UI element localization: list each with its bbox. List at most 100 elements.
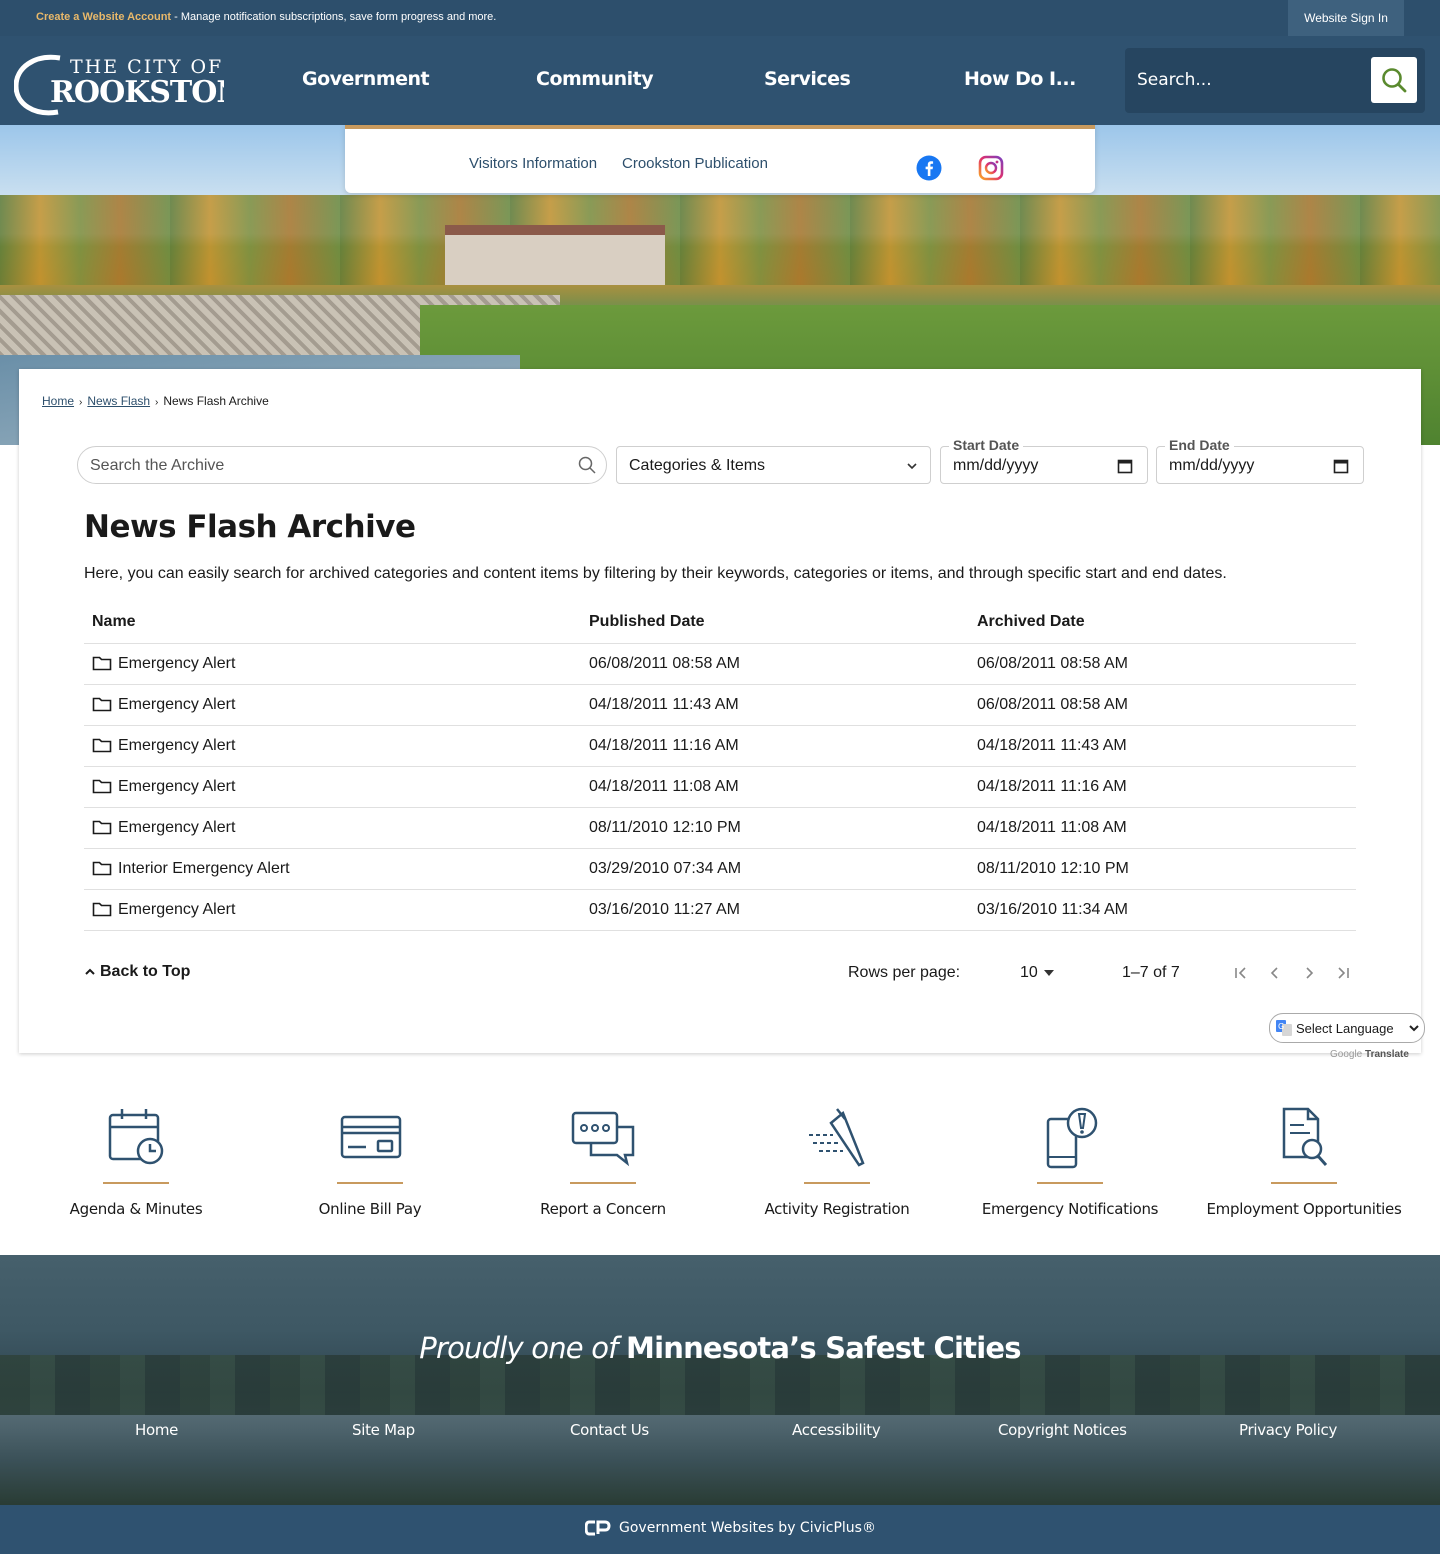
table-header-row: Name Published Date Archived Date <box>84 602 1356 644</box>
powered-by-google: Google Translate <box>1330 1049 1409 1060</box>
table-row[interactable]: Emergency Alert 04/18/2011 11:43 AM 06/08/… <box>84 684 1356 726</box>
secondary-nav: Visitors Information Crookston Publicati… <box>345 125 1095 193</box>
start-date-label: Start Date <box>949 437 1024 453</box>
quick-link-online-bill-pay[interactable]: Online Bill Pay <box>253 1105 487 1225</box>
table-row[interactable]: Emergency Alert 08/11/2010 12:10 PM 04/18/… <box>84 807 1356 849</box>
categories-select[interactable]: Categories & Items <box>616 446 931 484</box>
quick-link-report-concern[interactable]: Report a Concern <box>486 1105 720 1225</box>
create-account-link[interactable]: Create a Website Account <box>36 11 171 23</box>
pen-writing-icon <box>809 1108 865 1167</box>
calendar-icon[interactable] <box>1333 458 1349 479</box>
row-name-label[interactable]: Emergency Alert <box>118 737 235 754</box>
row-name[interactable]: Emergency Alert <box>84 684 581 726</box>
city-logo[interactable]: THE CITY OF ROOKSTON <box>13 46 244 118</box>
table-row[interactable]: Emergency Alert 03/16/2010 11:27 AM 03/16/… <box>84 889 1356 931</box>
back-to-top-link[interactable]: Back to Top <box>84 963 190 981</box>
row-name[interactable]: Emergency Alert <box>84 643 581 685</box>
nav-government[interactable]: Government <box>302 68 430 90</box>
quick-link-emergency-notifications[interactable]: Emergency Notifications <box>953 1105 1187 1225</box>
account-promo: Create a Website Account - Manage notifi… <box>36 11 496 23</box>
breadcrumb-home[interactable]: Home <box>42 394 74 408</box>
site-footer: Proudly one of Minnesota’s Safest Cities… <box>0 1255 1440 1505</box>
row-archived-date: 06/08/2011 08:58 AM <box>969 684 1356 726</box>
row-name-label[interactable]: Emergency Alert <box>118 778 235 795</box>
site-header: THE CITY OF ROOKSTON Government Communit… <box>0 36 1440 125</box>
civicplus-credit: Government Websites by CivicPlus® <box>619 1520 876 1536</box>
table-row[interactable]: Emergency Alert 06/08/2011 08:58 AM 06/08/… <box>84 643 1356 685</box>
row-name-label[interactable]: Emergency Alert <box>118 655 235 672</box>
breadcrumb-news-flash[interactable]: News Flash <box>87 394 150 408</box>
language-select[interactable]: G Select Language <box>1269 1013 1425 1043</box>
row-name[interactable]: Emergency Alert <box>84 766 581 808</box>
footer-link-accessibility[interactable]: Accessibility <box>792 1421 881 1439</box>
row-name[interactable]: Interior Emergency Alert <box>84 848 581 890</box>
website-sign-in-button[interactable]: Website Sign In <box>1288 0 1404 36</box>
start-date-field[interactable]: Start Date mm/dd/yyyy <box>940 437 1148 484</box>
column-archived-date[interactable]: Archived Date <box>969 602 1356 644</box>
chevron-down-icon <box>1409 1025 1419 1032</box>
row-name-label[interactable]: Interior Emergency Alert <box>118 860 290 877</box>
row-name[interactable]: Emergency Alert <box>84 807 581 849</box>
row-published-date: 03/29/2010 07:34 AM <box>581 848 969 890</box>
site-search-input[interactable] <box>1137 62 1367 98</box>
folder-icon <box>92 902 112 916</box>
chevron-up-icon <box>85 968 95 975</box>
row-name-label[interactable]: Emergency Alert <box>118 696 235 713</box>
instagram-icon[interactable] <box>978 155 1004 181</box>
breadcrumb: Home › News Flash › News Flash Archive <box>42 394 269 408</box>
table-row[interactable]: Emergency Alert 04/18/2011 11:08 AM 04/18/… <box>84 766 1356 808</box>
nav-community[interactable]: Community <box>536 68 654 90</box>
quick-link-label: Agenda & Minutes <box>69 1200 203 1218</box>
row-name[interactable]: Emergency Alert <box>84 725 581 767</box>
folder-icon <box>92 697 112 711</box>
previous-page-icon[interactable] <box>1265 963 1285 983</box>
categories-select-value: Categories & Items <box>629 457 766 474</box>
credit-card-icon <box>340 1115 402 1159</box>
svg-text:G: G <box>1278 1022 1284 1031</box>
folder-icon <box>92 656 112 670</box>
row-published-date: 04/18/2011 11:43 AM <box>581 684 969 726</box>
nav-how-do-i[interactable]: How Do I... <box>964 68 1076 90</box>
visitors-information-link[interactable]: Visitors Information <box>469 155 597 172</box>
facebook-icon[interactable] <box>916 155 942 181</box>
first-page-icon[interactable] <box>1231 963 1251 983</box>
row-archived-date: 04/18/2011 11:16 AM <box>969 766 1356 808</box>
column-published-date[interactable]: Published Date <box>581 602 969 644</box>
quick-link-employment-opportunities[interactable]: Employment Opportunities <box>1187 1105 1421 1225</box>
site-search-button[interactable] <box>1371 57 1417 103</box>
table-row[interactable]: Interior Emergency Alert 03/29/2010 07:34… <box>84 848 1356 890</box>
row-archived-date: 04/18/2011 11:43 AM <box>969 725 1356 767</box>
page-title: News Flash Archive <box>84 509 416 545</box>
civicplus-link[interactable]: Government Websites by CivicPlus® <box>585 1520 876 1536</box>
calendar-icon[interactable] <box>1117 458 1133 479</box>
row-name-label[interactable]: Emergency Alert <box>118 819 235 836</box>
crookston-publication-link[interactable]: Crookston Publication <box>622 155 768 172</box>
table-row[interactable]: Emergency Alert 04/18/2011 11:16 AM 04/18/… <box>84 725 1356 767</box>
quick-link-agenda-minutes[interactable]: Agenda & Minutes <box>19 1105 253 1225</box>
footer-link-site-map[interactable]: Site Map <box>352 1421 415 1439</box>
quick-link-activity-registration[interactable]: Activity Registration <box>720 1105 954 1225</box>
last-page-icon[interactable] <box>1333 963 1353 983</box>
footer-link-contact-us[interactable]: Contact Us <box>570 1421 649 1439</box>
search-icon[interactable] <box>578 456 596 479</box>
quick-link-label: Online Bill Pay <box>318 1200 422 1218</box>
search-icon <box>1382 68 1407 93</box>
column-name[interactable]: Name <box>84 602 581 644</box>
footer-link-copyright-notices[interactable]: Copyright Notices <box>998 1421 1127 1439</box>
row-name-label[interactable]: Emergency Alert <box>118 901 235 918</box>
row-archived-date: 04/18/2011 11:08 AM <box>969 807 1356 849</box>
row-name[interactable]: Emergency Alert <box>84 889 581 931</box>
end-date-field[interactable]: End Date mm/dd/yyyy <box>1156 437 1364 484</box>
tagline-bold: Minnesota’s Safest Cities <box>626 1331 1021 1365</box>
archive-card: Home › News Flash › News Flash Archive Categ… <box>19 369 1421 1053</box>
rows-per-page-select[interactable]: 10 <box>1020 964 1054 982</box>
next-page-icon[interactable] <box>1299 963 1319 983</box>
promo-text: - Manage notification subscriptions, sav… <box>171 11 497 23</box>
nav-services[interactable]: Services <box>764 68 851 90</box>
chevron-down-icon <box>906 459 918 477</box>
footer-link-privacy-policy[interactable]: Privacy Policy <box>1239 1421 1337 1439</box>
footer-link-home[interactable]: Home <box>135 1421 178 1439</box>
archive-search-input[interactable] <box>90 455 560 477</box>
start-date-value: mm/dd/yyyy <box>953 457 1039 474</box>
quick-link-label: Employment Opportunities <box>1206 1200 1402 1218</box>
